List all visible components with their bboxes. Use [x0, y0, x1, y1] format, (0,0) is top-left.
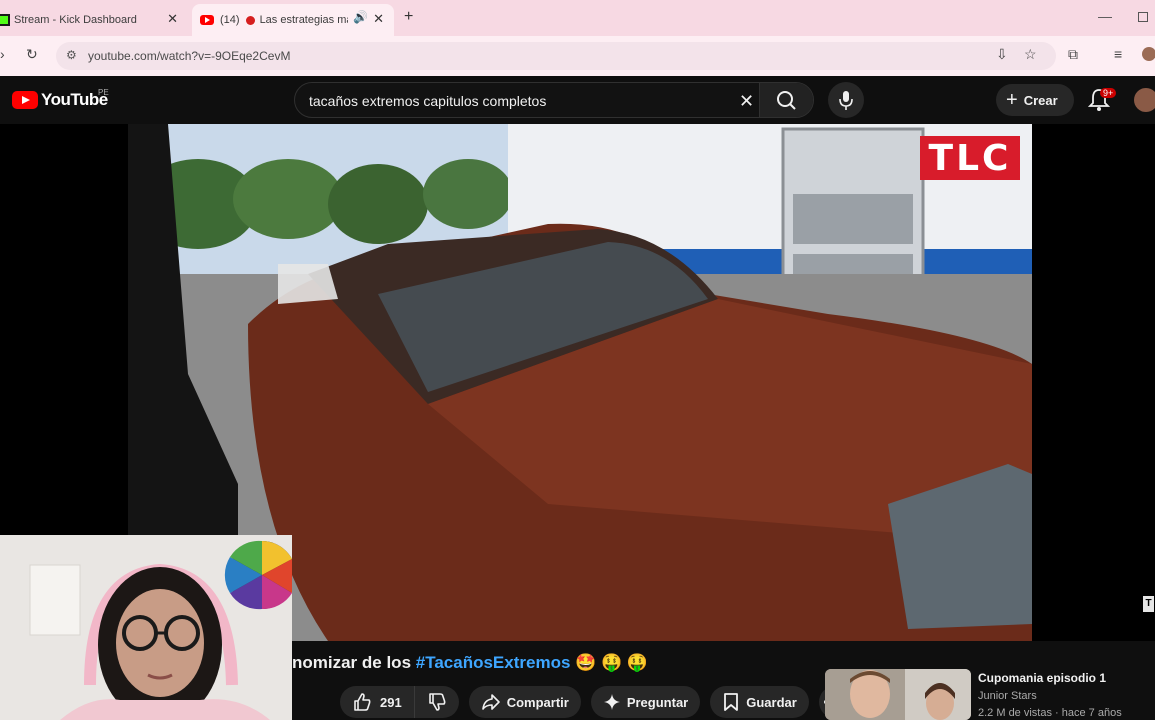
title-text: nomizar de los — [292, 653, 412, 672]
recommended-video-meta: 2.2 M de vistas · hace 7 años — [978, 707, 1122, 719]
like-dislike-group: 291 — [340, 686, 459, 718]
media-control-icon[interactable]: ≡ — [1114, 46, 1122, 62]
kick-icon — [0, 14, 10, 26]
create-label: Crear — [1023, 92, 1058, 108]
tab-title: Las estrategias más — [259, 14, 348, 26]
voice-search-button[interactable] — [828, 82, 864, 118]
create-button[interactable]: + Crear — [996, 84, 1074, 116]
sparkle-icon — [603, 694, 620, 710]
profile-avatar[interactable] — [1142, 47, 1155, 61]
close-tab-icon[interactable]: ✕ — [167, 11, 178, 27]
youtube-logo[interactable]: YouTube PE — [12, 88, 109, 110]
minimize-icon[interactable]: — — [1098, 8, 1112, 24]
microphone-icon — [839, 91, 853, 110]
thumbnail-image — [825, 669, 971, 720]
video-actions: 291 Compartir Preguntar Guardar — [340, 686, 861, 720]
search-box[interactable]: tacaños extremos capitulos completos ✕ — [294, 82, 814, 118]
share-button[interactable]: Compartir — [468, 686, 581, 718]
video-title: nomizar de los #TacañosExtremos 🤩 🤑 🤑 — [292, 653, 648, 673]
youtube-icon — [200, 15, 214, 25]
like-button[interactable]: 291 — [340, 686, 415, 718]
recommended-video-channel[interactable]: Junior Stars — [978, 690, 1037, 702]
recommended-video[interactable]: Cupomania episodio 1 Junior Stars 2.2 M … — [825, 669, 1155, 720]
share-icon — [481, 694, 500, 710]
thumbs-down-icon — [428, 693, 446, 711]
youtube-logo-icon — [12, 91, 38, 109]
extensions-icon[interactable]: ⧉ — [1068, 46, 1078, 63]
tab-notification-count: (14) — [220, 14, 240, 26]
site-info-icon[interactable]: ⚙ — [66, 48, 77, 62]
recording-icon — [245, 15, 255, 25]
like-count: 291 — [380, 694, 402, 710]
maximize-icon[interactable] — [1138, 12, 1148, 22]
ask-label: Preguntar — [626, 694, 689, 710]
share-label: Compartir — [506, 694, 569, 710]
tab-youtube[interactable]: (14) Las estrategias más 🔊 ✕ — [192, 4, 394, 36]
forward-icon[interactable]: › — [0, 46, 5, 62]
region-code: PE — [98, 88, 109, 97]
plus-icon: + — [1006, 88, 1018, 111]
search-icon — [777, 91, 796, 110]
save-label: Guardar — [746, 694, 797, 710]
notification-badge: 9+ — [1100, 88, 1117, 98]
side-overlay-icon[interactable]: T — [1143, 596, 1154, 612]
reload-icon[interactable]: ↻ — [26, 46, 38, 63]
tab-title: Stream - Kick Dashboard — [14, 14, 137, 26]
thumbs-up-icon — [354, 693, 371, 711]
bookmark-star-icon[interactable]: ☆ — [1024, 46, 1037, 63]
url-text: youtube.com/watch?v=-9OEqe2CevM — [88, 49, 291, 63]
tlc-channel-logo: TLC — [920, 136, 1020, 180]
save-button[interactable]: Guardar — [710, 686, 809, 718]
address-bar[interactable]: ⚙ youtube.com/watch?v=-9OEqe2CevM — [56, 42, 1056, 70]
new-tab-icon[interactable]: + — [404, 8, 413, 26]
speaker-icon[interactable]: 🔊 — [353, 10, 368, 24]
tlc-logo-text: TLC — [928, 137, 1012, 179]
search-input[interactable]: tacaños extremos capitulos completos — [309, 93, 546, 109]
youtube-header: YouTube PE tacaños extremos capitulos co… — [0, 76, 1155, 124]
clear-search-icon[interactable]: ✕ — [739, 91, 754, 112]
search-button[interactable] — [759, 83, 813, 117]
bookmark-icon — [724, 693, 739, 711]
title-emoji: 🤩 🤑 🤑 — [575, 653, 649, 672]
browser-toolbar: › ↻ ⚙ youtube.com/watch?v=-9OEqe2CevM ⇩ … — [0, 36, 1155, 76]
recommended-video-thumbnail[interactable] — [825, 669, 971, 720]
title-hashtag-link[interactable]: #TacañosExtremos — [416, 653, 571, 672]
account-avatar[interactable] — [1134, 88, 1155, 112]
tab-kick-dashboard[interactable]: Stream - Kick Dashboard ✕ — [0, 4, 188, 36]
recommended-video-title[interactable]: Cupomania episodio 1 — [978, 671, 1106, 685]
webcam-image — [0, 535, 292, 720]
ask-button[interactable]: Preguntar — [590, 686, 701, 718]
browser-tab-strip: Stream - Kick Dashboard ✕ (14) Las estra… — [0, 0, 1155, 36]
streamer-webcam — [0, 535, 292, 720]
dislike-button[interactable] — [415, 686, 459, 718]
close-tab-icon[interactable]: ✕ — [373, 11, 384, 27]
install-app-icon[interactable]: ⇩ — [996, 46, 1008, 63]
